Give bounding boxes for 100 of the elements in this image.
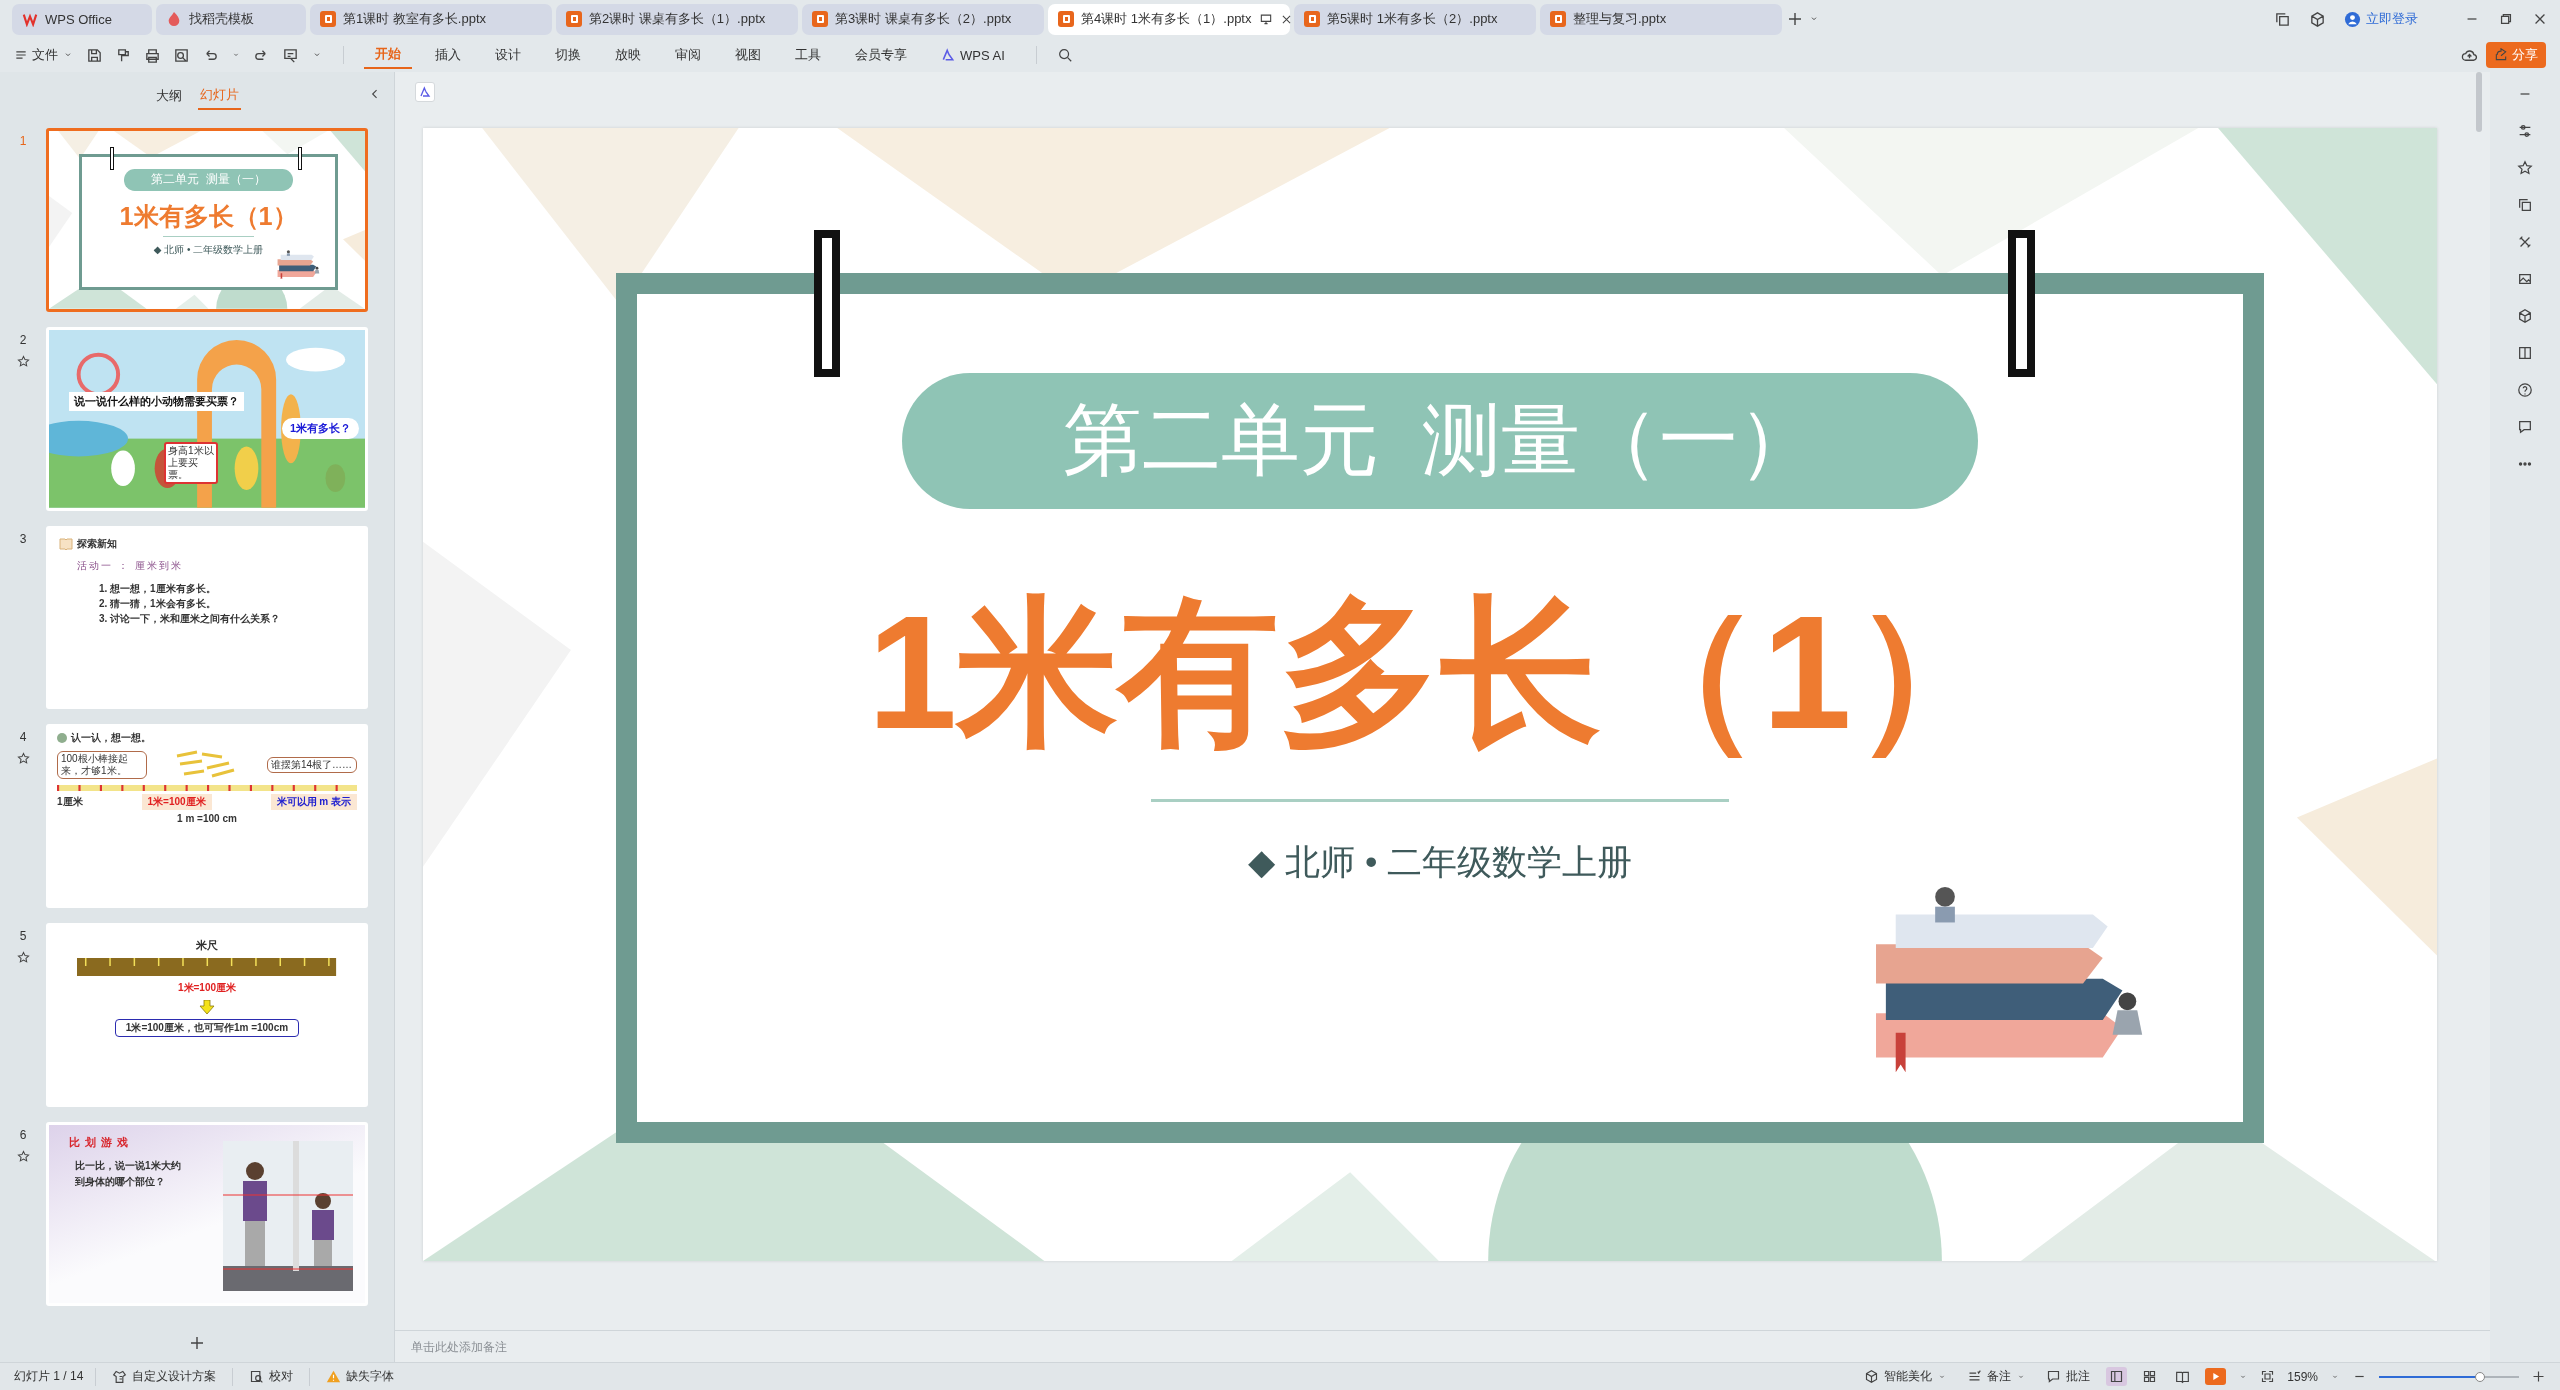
normal-view-button[interactable] xyxy=(2106,1367,2128,1386)
panel-layout-icon xyxy=(2109,1369,2125,1384)
zoom-in-icon[interactable] xyxy=(2531,1369,2546,1384)
down-arrow-icon xyxy=(199,1000,215,1014)
slide-number: 3 xyxy=(19,531,27,546)
ribbon-tab[interactable]: 会员专享 xyxy=(844,42,918,68)
zoom-level[interactable]: 159% xyxy=(2287,1369,2318,1384)
fit-icon[interactable] xyxy=(2260,1369,2276,1384)
document-tab[interactable]: 第1课时 教室有多长.pptx xyxy=(310,3,552,35)
slide-thumbnail[interactable]: 第二单元 测量（一） 1米有多长（1） ◆ 北师 • 二年级数学上册 xyxy=(46,128,368,312)
comment-icon xyxy=(2046,1369,2062,1384)
ribbon-tab[interactable]: 放映 xyxy=(604,42,652,68)
status-button[interactable]: 智能美化 xyxy=(1860,1368,1952,1385)
ribbon-tab[interactable]: 设计 xyxy=(484,42,532,68)
slide-number: 6 xyxy=(19,1127,27,1142)
slide-thumbnail[interactable]: 认一认，想一想。 100根小棒接起来，才够1米。 谁摆第14根了…… 1厘米 1米=100厘米 米可以用 m 表示 1 m =100 cm xyxy=(46,724,368,908)
slide-thumbnail[interactable]: 米尺 1米=100厘米 1米=100厘米，也可写作1m =100cm xyxy=(46,923,368,1107)
unit-banner: 第二单元 测量（一） xyxy=(902,372,1978,510)
print-icon[interactable] xyxy=(144,46,161,64)
save-icon[interactable] xyxy=(86,46,103,64)
ribbon-tab[interactable]: 审阅 xyxy=(664,42,712,68)
presentation-file-icon xyxy=(1058,11,1074,27)
star-icon xyxy=(16,951,30,964)
list-item: 1. 想一想，1厘米有多长。 xyxy=(99,581,217,596)
play-button[interactable] xyxy=(2205,1368,2227,1385)
ribbon-tab[interactable]: WPS AI xyxy=(930,43,1016,67)
equation-label: 1米=100厘米 xyxy=(141,794,212,811)
list-item: 2. 猜一猜，1米会有多长。 xyxy=(99,596,217,611)
ribbon-tab[interactable]: 工具 xyxy=(784,42,832,68)
image-icon[interactable] xyxy=(2517,271,2533,287)
unit-banner: 第二单元 测量（一） xyxy=(124,169,294,191)
slide-number: 5 xyxy=(19,929,27,943)
ai-button[interactable] xyxy=(415,82,435,102)
ribbon-tab[interactable]: 视图 xyxy=(724,42,772,68)
slide-thumbnail[interactable]: 说一说什么样的小动物需要买票？ 身高1米以上要买票。 1米有多长？ xyxy=(46,326,368,511)
section-heading: 探索新知 xyxy=(77,536,117,551)
status-button[interactable]: 校对 xyxy=(245,1368,298,1385)
monitor-icon[interactable] xyxy=(1258,12,1273,26)
star-icon xyxy=(16,752,30,766)
status-button[interactable]: 批注 xyxy=(2042,1368,2095,1385)
document-tab[interactable]: 第2课时 课桌有多长（1）.pptx xyxy=(556,3,798,35)
clip-drawing xyxy=(110,146,115,170)
comment-icon[interactable] xyxy=(2517,419,2533,435)
logo-icon xyxy=(22,11,38,27)
document-tab[interactable]: WPS Office xyxy=(12,3,152,35)
notes-field[interactable]: 单击此处添加备注 xyxy=(409,1338,709,1355)
cube-icon[interactable] xyxy=(2517,308,2533,324)
ribbon-tab[interactable]: 插入 xyxy=(424,42,472,68)
sliders-icon[interactable] xyxy=(2517,123,2533,139)
ticket-sign: 身高1米以上要买票。 xyxy=(164,441,218,484)
activity-title: 活动一 ： 厘米到米 xyxy=(77,558,184,573)
user-icon[interactable] xyxy=(2344,10,2361,28)
preview-icon[interactable] xyxy=(173,46,190,64)
document-tab[interactable]: 找稻壳模板 xyxy=(156,3,306,35)
summary-box: 1米=100厘米，也可写作1m =100cm xyxy=(114,1019,300,1037)
star-icon xyxy=(16,354,30,368)
star-icon[interactable] xyxy=(2517,160,2533,176)
status-button[interactable]: 缺失字体 xyxy=(322,1368,399,1385)
tools-icon[interactable] xyxy=(2517,234,2533,250)
search-icon[interactable] xyxy=(1056,47,1073,63)
copy-icon[interactable] xyxy=(2517,197,2533,213)
document-tab[interactable]: 整理与复习.pptx xyxy=(1540,3,1782,35)
help-icon[interactable] xyxy=(2517,382,2533,398)
ai-icon xyxy=(941,48,955,62)
copy-icon[interactable] xyxy=(2274,10,2291,28)
book-icon xyxy=(2175,1369,2191,1384)
status-button[interactable]: 自定义设计方案 xyxy=(108,1368,221,1385)
proof-icon xyxy=(249,1369,265,1384)
cube-icon[interactable] xyxy=(2309,10,2326,28)
brush-icon[interactable] xyxy=(115,46,132,64)
stamp-icon[interactable] xyxy=(282,46,299,64)
slide-title: 1米有多长（1） xyxy=(119,200,298,232)
panel-tab[interactable]: 大纲 xyxy=(153,83,184,109)
slide-thumbnail[interactable]: 探索新知 活动一 ： 厘米到米 1. 想一想，1厘米有多长。 2. 猜一猜，1米会有多长。 3. 讨论一下，米和厘米之间有什么关系？ xyxy=(46,525,368,710)
document-tab[interactable]: 第4课时 1米有多长（1）.pptx xyxy=(1048,3,1290,35)
restore-icon[interactable] xyxy=(2498,11,2514,27)
warning-icon xyxy=(326,1369,342,1384)
unit-symbols: 1 m =100 cm xyxy=(176,813,238,825)
login-link[interactable]: 立即登录 xyxy=(2366,10,2418,28)
clip-drawing xyxy=(297,146,303,170)
share-icon xyxy=(2494,48,2508,62)
book-icon[interactable] xyxy=(2517,345,2533,361)
presentation-file-icon xyxy=(1550,11,1566,27)
unit-label: 1厘米 xyxy=(57,795,83,810)
status-button[interactable]: 备注 xyxy=(1963,1368,2031,1385)
slide-position: 幻灯片 1 / 14 xyxy=(14,1368,84,1385)
question-text: 比一比，说一说1米大约到身体的哪个部位？ xyxy=(74,1158,182,1189)
add-tab-icon[interactable] xyxy=(1786,10,1804,28)
grid-icon xyxy=(2142,1369,2158,1384)
star-icon xyxy=(16,1149,30,1163)
slide-heading: 米尺 xyxy=(196,938,218,953)
presentation-file-icon xyxy=(812,11,828,27)
document-tab[interactable]: 第3课时 课桌有多长（2）.pptx xyxy=(802,3,1044,35)
ribbon-tab[interactable]: 切换 xyxy=(544,42,592,68)
add-slide-icon[interactable] xyxy=(188,1334,206,1352)
document-tab[interactable]: 第5课时 1米有多长（2）.pptx xyxy=(1294,3,1536,35)
slide-subtitle: ◆ 北师 • 二年级数学上册 xyxy=(1247,840,1633,884)
slide-thumbnail[interactable]: 比 划 游 戏 比一比，说一说1米大约到身体的哪个部位？ xyxy=(46,1121,368,1306)
file-menu[interactable]: 文件 xyxy=(14,46,74,64)
note-label: 米可以用 m 表示 xyxy=(270,794,357,811)
